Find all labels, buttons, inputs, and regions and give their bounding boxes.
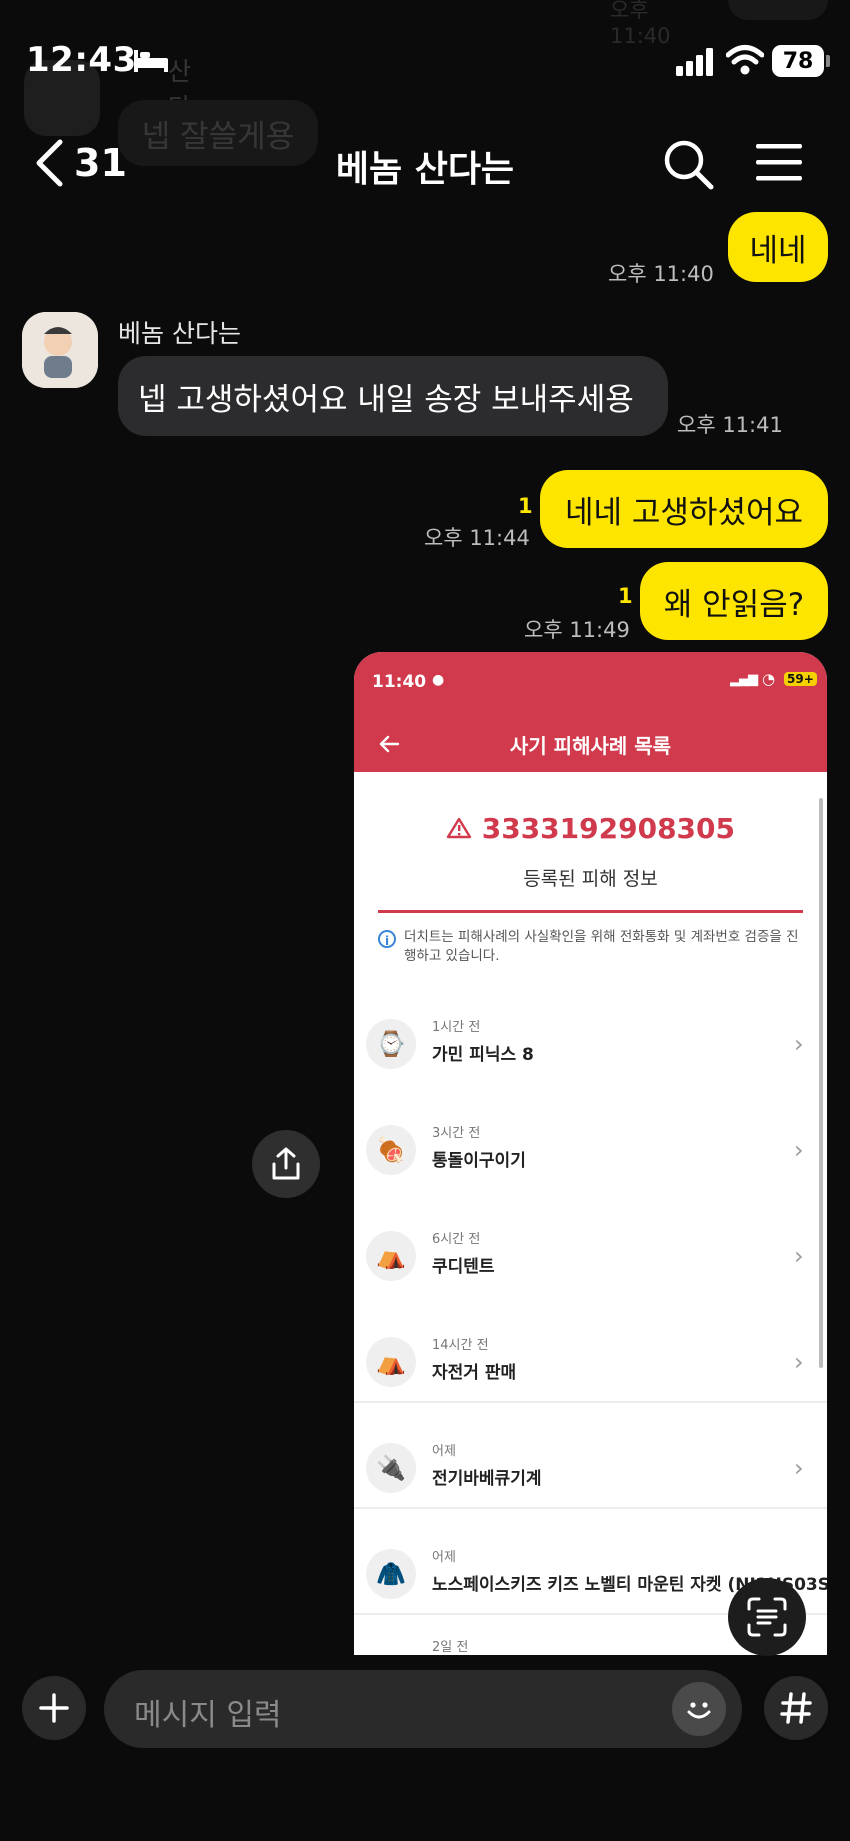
plus-icon	[39, 1693, 69, 1723]
image-message[interactable]: 11:40 ● ▂▄▆ ◔ 59+ 사기 피해사례 목록 33331929083…	[354, 652, 827, 1655]
message-time: 오후 11:49	[524, 618, 630, 642]
back-button[interactable]: 31	[34, 138, 154, 188]
clothing-icon: 🧥	[366, 1549, 416, 1599]
chat-title: 베놈 산다는	[335, 149, 515, 190]
info-icon: i	[378, 930, 396, 948]
item-name: 전기바베큐기계	[432, 1469, 542, 1489]
item-ago: 14시간 전	[432, 1338, 489, 1353]
back-count: 31	[74, 141, 127, 185]
account-number: 3333192908305	[481, 812, 736, 845]
wifi-icon	[726, 45, 764, 75]
sender-name: 베놈 산다는	[118, 319, 241, 348]
chevron-right-icon: ›	[794, 1030, 804, 1058]
sleep-focus-icon	[134, 50, 168, 72]
chevron-left-icon	[36, 139, 63, 187]
menu-icon[interactable]	[754, 138, 804, 188]
attach-button[interactable]	[22, 1676, 86, 1740]
ghost-time: 오후 11:40	[610, 0, 671, 48]
avatar-baby-image	[22, 312, 98, 388]
message-bubble-mine[interactable]: 네네	[728, 212, 828, 282]
unread-count: 1	[518, 494, 533, 518]
battery-tip	[826, 55, 830, 67]
hash-icon	[780, 1692, 812, 1724]
item-name: 자전거 판매	[432, 1363, 517, 1383]
grill-icon: 🍖	[366, 1125, 416, 1175]
message-bubble-theirs[interactable]: 넵 고생하셨어요 내일 송장 보내주세용	[118, 356, 668, 436]
shot-title: 사기 피해사례 목록	[509, 734, 672, 758]
live-text-button[interactable]	[728, 1578, 806, 1656]
warning-icon	[446, 817, 472, 839]
shot-wifi-icon: ◔	[762, 670, 776, 688]
shot-status-time: 11:40	[372, 672, 427, 692]
item-name: 가민 피닉스 8	[432, 1045, 534, 1065]
battery-indicator: 78	[772, 45, 824, 77]
shot-battery: 59+	[784, 672, 817, 686]
smiley-icon	[687, 1702, 711, 1719]
item-ago: 어제	[432, 1444, 456, 1459]
message-bubble-mine[interactable]: 왜 안읽음?	[640, 562, 828, 640]
unread-count: 1	[618, 584, 633, 608]
share-button[interactable]	[252, 1130, 320, 1198]
tent-icon: ⛺	[366, 1231, 416, 1281]
shot-subtitle: 등록된 피해 정보	[523, 868, 658, 890]
item-name: 쿠디텐트	[432, 1257, 495, 1277]
message-time: 오후 11:40	[608, 262, 714, 286]
item-ago: 6시간 전	[432, 1232, 481, 1247]
chevron-right-icon: ›	[794, 1242, 804, 1270]
hashtag-button[interactable]	[764, 1676, 828, 1740]
chevron-right-icon: ›	[794, 1348, 804, 1376]
list-divider	[354, 1401, 827, 1403]
list-item: ⌚ 1시간 전 가민 피닉스 8 ›	[354, 994, 827, 1100]
shot-notice: 더치트는 피해사례의 사실확인을 위해 전화통화 및 계좌번호 검증을 진행하고…	[404, 929, 799, 964]
appliance-icon: 🔌	[366, 1443, 416, 1493]
message-time: 오후 11:41	[677, 413, 783, 437]
list-item: ⛺ 6시간 전 쿠디텐트 ›	[354, 1206, 827, 1312]
message-bubble-mine[interactable]: 네네 고생하셨어요	[540, 470, 828, 548]
message-time: 오후 11:44	[424, 526, 530, 550]
tent-icon: ⛺	[366, 1337, 416, 1387]
red-divider	[378, 910, 803, 913]
item-ago: 3시간 전	[432, 1126, 481, 1141]
shot-status-bar: 11:40 ● ▂▄▆ ◔ 59+	[354, 652, 827, 714]
emoticon-button[interactable]	[672, 1682, 726, 1736]
item-ago: 1시간 전	[432, 1020, 481, 1035]
shot-signal-icon: ▂▄▆	[730, 672, 758, 687]
status-time: 12:43	[26, 40, 137, 80]
shot-number-row: 3333192908305	[354, 812, 827, 845]
chevron-right-icon: ›	[794, 1136, 804, 1164]
avatar[interactable]	[22, 312, 98, 388]
text-scan-icon	[747, 1597, 787, 1637]
signal-icon	[676, 48, 713, 76]
item-ago: 2일 전	[432, 1640, 469, 1655]
chevron-right-icon: ›	[794, 1454, 804, 1482]
watch-icon: ⌚	[366, 1019, 416, 1069]
item-name: 통돌이구이기	[432, 1151, 526, 1171]
shot-header: 사기 피해사례 목록	[354, 714, 827, 772]
person-icon: ●	[432, 672, 445, 688]
list-item: 🍖 3시간 전 통돌이구이기 ›	[354, 1100, 827, 1206]
ghost-bubble-edge	[728, 0, 828, 20]
share-icon	[272, 1147, 300, 1180]
search-icon[interactable]	[660, 136, 716, 192]
message-input-placeholder: 메시지 입력	[134, 1698, 282, 1733]
list-divider	[354, 1507, 827, 1509]
item-ago: 어제	[432, 1550, 456, 1565]
